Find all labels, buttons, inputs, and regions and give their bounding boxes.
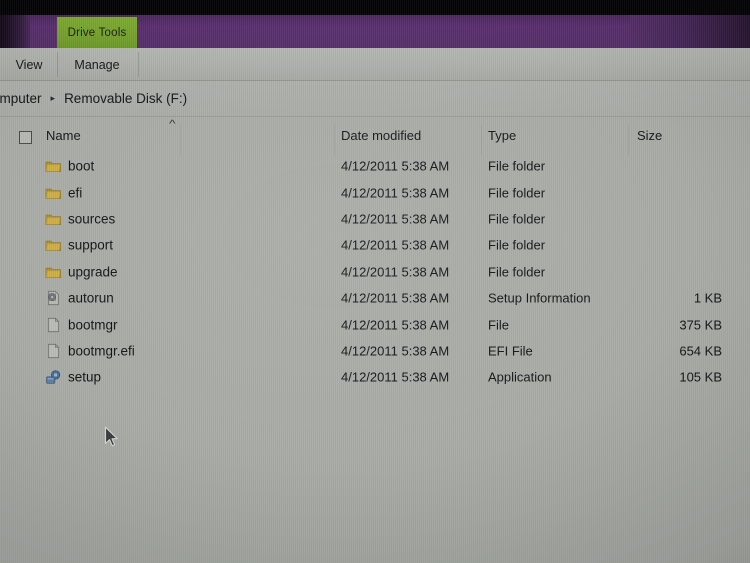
contextual-tab-label: Drive Tools <box>67 26 127 39</box>
file-name[interactable]: boot <box>68 159 94 174</box>
tab-divider <box>57 52 58 77</box>
explorer-window: Drive Tools View Manage omputer ▸ Remova… <box>0 0 750 563</box>
screen-bezel-top <box>0 0 750 15</box>
contextual-tab-drive-tools[interactable]: Drive Tools <box>57 17 137 48</box>
file-list-row[interactable]: efi 4/12/2011 5:38 AM File folder <box>0 179 750 205</box>
file-date-modified: 4/12/2011 5:38 AM <box>341 185 450 201</box>
file-name[interactable]: upgrade <box>68 264 118 279</box>
column-header-date-modified[interactable]: Date modified <box>341 117 421 153</box>
file-list-row[interactable]: bootmgr 4/12/2011 5:38 AM File 375 KB <box>0 311 750 337</box>
file-size: 105 KB <box>679 369 722 385</box>
breadcrumb-item-computer[interactable]: omputer <box>0 91 42 106</box>
chevron-right-icon: ▸ <box>50 93 56 103</box>
file-name[interactable]: support <box>68 238 113 253</box>
file-list-row[interactable]: bootmgr.efi 4/12/2011 5:38 AM EFI File 654 … <box>0 338 750 364</box>
file-name[interactable]: efi <box>68 185 82 200</box>
file-date-modified: 4/12/2011 5:38 AM <box>341 290 450 306</box>
column-header-type-label: Type <box>488 127 517 143</box>
file-name[interactable]: sources <box>68 211 115 226</box>
column-header-name[interactable]: Name <box>46 117 81 153</box>
tab-divider <box>138 52 139 77</box>
tab-manage-label: Manage <box>74 57 120 72</box>
file-type: File folder <box>488 237 546 253</box>
file-date-modified: 4/12/2011 5:38 AM <box>341 211 450 227</box>
tab-row-separator <box>0 80 750 81</box>
file-date-modified: 4/12/2011 5:38 AM <box>341 343 450 359</box>
file-type: Setup Information <box>488 290 591 306</box>
tab-view[interactable]: View <box>6 48 52 81</box>
folder-icon <box>45 210 62 227</box>
file-date-modified: 4/12/2011 5:38 AM <box>341 237 450 253</box>
column-header-size-label: Size <box>637 127 663 143</box>
column-header-type[interactable]: Type <box>488 117 516 153</box>
blank-file-icon <box>45 316 62 333</box>
file-list: boot 4/12/2011 5:38 AM File folder efi 4/12/… <box>0 153 750 391</box>
folder-icon <box>45 158 62 175</box>
file-type: File folder <box>488 211 546 227</box>
file-name[interactable]: autorun <box>68 291 114 306</box>
column-header-name-label: Name <box>46 127 81 143</box>
tab-view-label: View <box>15 57 43 72</box>
file-size: 1 KB <box>693 290 722 306</box>
column-header-date-label: Date modified <box>341 127 422 143</box>
file-list-header: Name Date modified Type Size <box>0 117 750 153</box>
breadcrumb-separator <box>0 116 750 117</box>
file-list-row[interactable]: upgrade 4/12/2011 5:38 AM File folder <box>0 259 750 285</box>
folder-icon <box>45 263 62 280</box>
blank-file-icon <box>45 342 62 359</box>
select-all-checkbox[interactable] <box>19 131 32 144</box>
file-date-modified: 4/12/2011 5:38 AM <box>341 369 450 385</box>
file-list-row[interactable]: sources 4/12/2011 5:38 AM File folder <box>0 206 750 232</box>
file-type: File folder <box>488 185 546 201</box>
file-list-row[interactable]: setup 4/12/2011 5:38 AM Application 105 KB <box>0 364 750 390</box>
column-separator[interactable] <box>628 125 629 155</box>
file-size: 654 KB <box>679 343 722 359</box>
file-list-row[interactable]: support 4/12/2011 5:38 AM File folder <box>0 232 750 258</box>
ribbon-secondary-tab-row: View Manage <box>0 48 750 81</box>
application-icon <box>45 369 62 386</box>
column-header-size[interactable]: Size <box>637 117 662 153</box>
column-separator[interactable] <box>334 125 335 155</box>
breadcrumb-item-removable-disk[interactable]: Removable Disk (F:) <box>64 91 187 106</box>
tab-manage[interactable]: Manage <box>62 48 132 81</box>
ribbon-right-shadow <box>630 15 750 48</box>
file-name[interactable]: bootmgr.efi <box>68 343 135 358</box>
file-type: File folder <box>488 264 546 280</box>
file-type: File folder <box>488 158 546 174</box>
mouse-pointer-icon <box>104 426 120 450</box>
file-list-row[interactable]: boot 4/12/2011 5:38 AM File folder <box>0 153 750 179</box>
file-date-modified: 4/12/2011 5:38 AM <box>341 158 450 174</box>
file-size: 375 KB <box>679 317 722 333</box>
file-date-modified: 4/12/2011 5:38 AM <box>341 264 450 280</box>
file-name[interactable]: bootmgr <box>68 317 118 332</box>
file-type: File <box>488 317 509 333</box>
file-date-modified: 4/12/2011 5:38 AM <box>341 317 450 333</box>
address-breadcrumb-bar[interactable]: omputer ▸ Removable Disk (F:) <box>0 81 750 116</box>
folder-icon <box>45 237 62 254</box>
file-type: Application <box>488 369 552 385</box>
ribbon-left-shadow <box>0 15 30 48</box>
folder-icon <box>45 184 62 201</box>
file-list-row[interactable]: autorun 4/12/2011 5:38 AM Setup Informatio… <box>0 285 750 311</box>
file-name[interactable]: setup <box>68 370 101 385</box>
column-separator[interactable] <box>481 125 482 155</box>
sort-ascending-icon: ^ <box>169 119 176 130</box>
file-type: EFI File <box>488 343 533 359</box>
setup-info-icon <box>45 290 62 307</box>
column-separator[interactable] <box>180 125 181 155</box>
